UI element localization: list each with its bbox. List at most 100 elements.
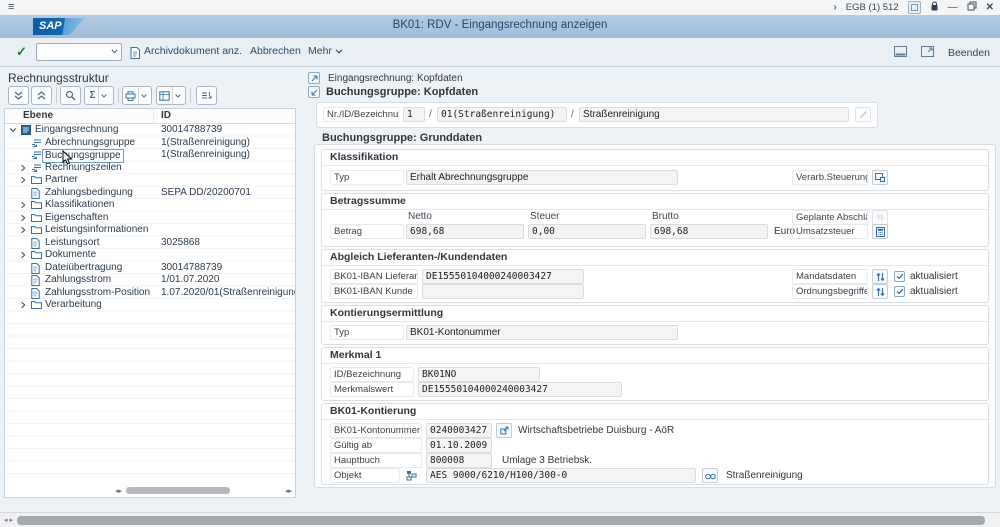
minimize-button[interactable]: — [948,2,958,13]
close-button[interactable]: ✕ [986,2,994,13]
tree-row-label[interactable]: Abrechnungsgruppe [45,137,135,149]
search-icon[interactable] [60,86,81,105]
edit-icon[interactable] [855,107,871,122]
confirm-check-icon[interactable]: ✓ [16,44,27,60]
tree-row[interactable]: Buchungsgruppe1(Straßenreinigung) [5,149,295,162]
brutto-field[interactable]: 698,68 [650,224,768,239]
tree-row-label[interactable]: Eigenschaften [45,212,108,224]
kontonummer-field[interactable]: 0240003427 [426,423,492,438]
chevron-down-icon [335,49,343,54]
process-control-icon[interactable] [872,170,888,185]
tree-row[interactable]: Verarbeitung [5,299,295,312]
tree-row-label[interactable]: Partner [45,174,78,186]
tree-row-id: 1.07.2020/01(Straßenreinigung) [161,287,295,299]
session-chevron-icon[interactable]: › [833,2,836,13]
tree-row-label[interactable]: Dokumente [45,249,96,261]
aktualisiert-checkbox[interactable] [894,286,905,297]
tree-row[interactable]: ZahlungsbedingungSEPA DD/20200701 [5,187,295,200]
tree-row[interactable]: Leistungsort3025868 [5,237,295,250]
id-bezeichnung-field[interactable]: BK01NO [418,367,540,382]
horizontal-scrollbar[interactable]: ◂ ▸ [0,512,1000,527]
verarb-steuerung-label: Verarb.Steuerung [792,170,868,185]
hamburger-menu-icon[interactable]: ≡ [8,1,14,13]
tree-row-label[interactable]: Zahlungsstrom-Position [45,287,150,299]
tree-row[interactable]: Dokumente [5,249,295,262]
dock-panel-icon[interactable] [894,44,907,62]
expand-tray-icon[interactable] [308,72,320,84]
scroll-left-icon[interactable]: ◂ [4,516,8,524]
restore-button[interactable] [967,1,977,14]
tree-row-label[interactable]: Zahlungsbedingung [45,187,133,199]
collapse-tray-icon[interactable] [308,86,320,98]
print-menu-button[interactable] [122,86,152,105]
tree-row[interactable]: Klassifikationen [5,199,295,212]
export-menu-button[interactable] [156,86,186,105]
chevron-right-icon[interactable] [19,301,28,313]
tree-row[interactable]: Leistungsinformationen [5,224,295,237]
hauptbuch-field[interactable]: 800008 [426,453,492,468]
calculator-icon[interactable] [872,224,888,239]
scroll-right-icon[interactable]: ▸ [288,487,292,495]
tree-row-label[interactable]: Verarbeitung [45,299,102,311]
objekt-field[interactable]: AES 9000/6210/H100/300-0 [426,468,696,483]
abbrechen-button[interactable]: Abbrechen [250,45,301,57]
float-panel-icon[interactable] [921,44,934,62]
tree-row-label[interactable]: Leistungsinformationen [45,224,148,236]
typ-field[interactable]: BK01-Kontonummer [406,325,678,340]
tree-row[interactable]: Abrechnungsgruppe1(Straßenreinigung) [5,137,295,150]
tree-horizontal-scrollbar[interactable]: ◂▸ ◂▸ [115,485,292,496]
tree-row-label[interactable]: Dateiübertragung [45,262,122,274]
gueltig-ab-field[interactable]: 01.10.2009 [426,438,492,453]
mehr-menu-button[interactable]: Mehr [308,45,343,57]
iban-lieferant-field[interactable]: DE15550104000240003427 [422,269,584,284]
scrollbar-thumb[interactable] [17,516,985,525]
hierarchy-icon[interactable] [406,470,417,486]
brutto-header: Brutto [652,211,679,223]
detail-arrow-icon[interactable] [496,423,512,438]
view-switch-icon[interactable] [196,86,217,105]
tree-row[interactable]: Eigenschaften [5,212,295,225]
expand-all-button[interactable] [31,86,52,105]
nr-field[interactable]: 1 [403,107,425,122]
sum-menu-button[interactable]: Σ [84,86,114,105]
column-header-ebene[interactable]: Ebene [23,110,53,121]
slash-separator: / [571,107,574,122]
breadcrumb[interactable]: Eingangsrechnung: Kopfdaten [328,73,463,84]
tree-row-label[interactable]: Rechnungszeilen [45,162,122,174]
command-combobox[interactable] [36,43,122,61]
netto-field[interactable]: 698,68 [406,224,524,239]
new-session-button[interactable] [908,1,921,14]
typ-field[interactable]: Erhalt Abrechnungsgruppe [406,170,678,185]
merkmalswert-field[interactable]: DE15550104000240003427 [418,382,622,397]
tree-row-label[interactable]: Klassifikationen [45,199,114,211]
bezeichnung-field[interactable]: Straßenreinigung [579,107,849,122]
iban-kunde-field[interactable] [422,284,584,299]
steuer-field[interactable]: 0,00 [528,224,646,239]
scroll-right-icon[interactable]: ▸ [10,516,14,524]
transfer-icon[interactable] [872,269,888,284]
collapse-all-button[interactable] [8,86,29,105]
binoculars-icon[interactable] [702,468,718,483]
section-title: Betragssumme [322,194,988,210]
tree-row-label[interactable]: Zahlungsstrom [45,274,111,286]
scroll-right-icon[interactable]: ▸ [119,487,123,495]
netto-header: Netto [408,211,432,223]
scrollbar-thumb[interactable] [126,487,230,494]
tree-row-label[interactable]: Eingangsrechnung [35,124,118,136]
tree-row-label[interactable]: Leistungsort [45,237,99,249]
tree-row[interactable]: Zahlungsstrom1/01.07.2020 [5,274,295,287]
tree-row[interactable]: Eingangsrechnung30014788739 [5,124,295,137]
mandatsdaten-label: Mandatsdaten [792,269,868,284]
tree-row[interactable]: Rechnungszeilen [5,162,295,175]
iban-lieferant-label: BK01-IBAN Lieferant [330,269,418,284]
column-header-id[interactable]: ID [161,110,171,121]
beenden-button[interactable]: Beenden [948,47,990,59]
id-field[interactable]: 01(Straßenreinigung) [437,107,567,122]
tree-row[interactable]: Zahlungsstrom-Position 1.07.2020/01(Straß… [5,287,295,300]
tree-row[interactable]: Partner [5,174,295,187]
tree-row[interactable]: Dateiübertragung30014788739 [5,262,295,275]
archivdokument-button[interactable]: Archivdokument anz. [144,45,242,57]
transfer-icon[interactable] [872,284,888,299]
aktualisiert-checkbox[interactable] [894,271,905,282]
steuer-header: Steuer [530,211,559,223]
